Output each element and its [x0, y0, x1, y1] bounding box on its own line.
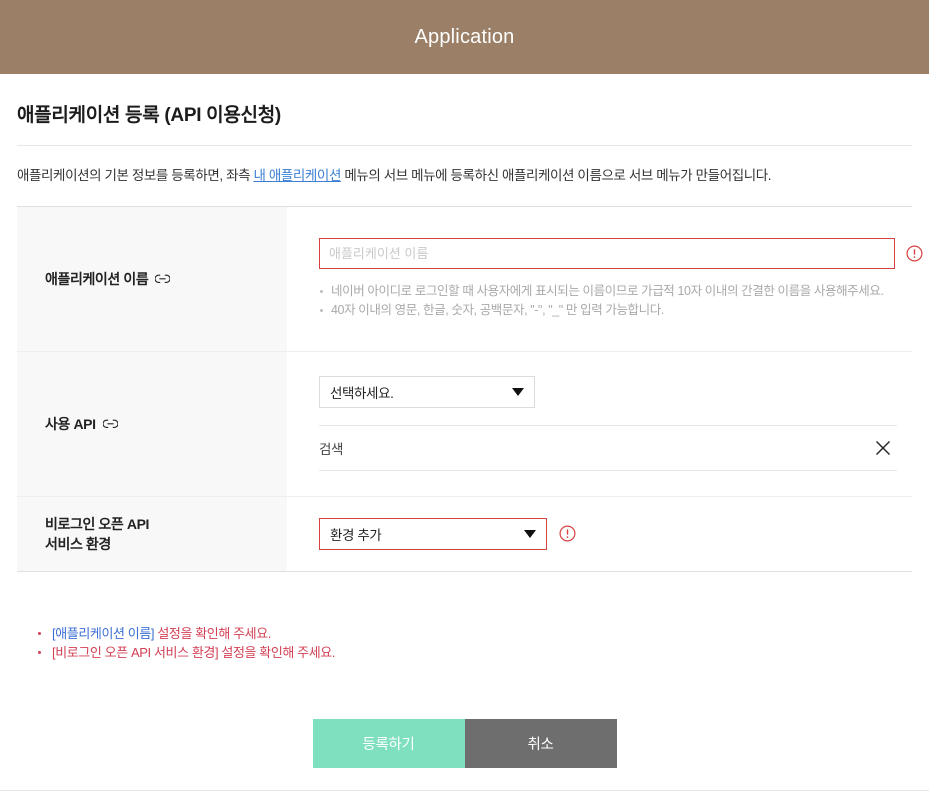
hint-item: 40자 이내의 영문, 한글, 숫자, 공백문자, "-", "_" 만 입력 …: [319, 301, 889, 320]
form-field-api: 선택하세요. 검색: [287, 352, 912, 496]
app-banner-title: Application: [414, 25, 515, 48]
validation-error-item: [비로그인 오픈 API 서비스 환경] 설정을 확인해 주세요.: [34, 643, 912, 662]
close-x-icon[interactable]: [873, 438, 893, 458]
validation-error-text: 설정을 확인해 주세요.: [218, 644, 336, 660]
footer-divider: [0, 790, 929, 791]
service-env-line: 환경 추가: [319, 517, 912, 550]
validation-error-field: [애플리케이션 이름]: [52, 625, 155, 641]
form-row-service-env: 비로그인 오픈 API 서비스 환경 환경 추가: [17, 496, 912, 571]
api-select-wrap: 선택하세요.: [319, 376, 535, 409]
form-label-service-env-line2: 서비스 환경: [45, 535, 111, 552]
page-description-after: 메뉴의 서브 메뉴에 등록하신 애플리케이션 이름으로 서브 메뉴가 만들어집니…: [340, 168, 772, 183]
page-title: 애플리케이션 등록 (API 이용신청): [17, 100, 912, 146]
app-name-hint-list: 네이버 아이디로 로그인할 때 사용자에게 표시되는 이름이므로 가급적 10자…: [319, 282, 889, 321]
form-label-api-text: 사용 API: [45, 415, 96, 432]
my-application-link[interactable]: 내 애플리케이션: [253, 168, 341, 183]
page-description-before: 애플리케이션의 기본 정보를 등록하면, 좌측: [17, 168, 254, 183]
form-field-service-env: 환경 추가: [287, 497, 912, 571]
service-env-select[interactable]: 환경 추가: [319, 517, 547, 550]
hint-item: 네이버 아이디로 로그인할 때 사용자에게 표시되는 이름이므로 가급적 10자…: [319, 282, 889, 301]
link-icon: [102, 419, 118, 429]
page-content: 애플리케이션 등록 (API 이용신청) 애플리케이션의 기본 정보를 등록하면…: [0, 100, 929, 768]
link-icon: [155, 274, 171, 284]
form-actions: 등록하기 취소: [17, 718, 912, 768]
validation-error-text: 설정을 확인해 주세요.: [154, 625, 272, 641]
warning-circle-icon: [906, 245, 923, 262]
form-label-service-env-text: 비로그인 오픈 API 서비스 환경: [45, 514, 149, 555]
form-label-service-env: 비로그인 오픈 API 서비스 환경: [17, 496, 287, 571]
api-search-row[interactable]: 검색: [319, 425, 897, 472]
form-label-app-name: 애플리케이션 이름: [17, 206, 287, 351]
application-form-table: 애플리케이션 이름 애플리케이션 이름 네이버 아이디로 로그인할 때 사용자에…: [17, 205, 923, 572]
form-row-api: 사용 API 선택하세요. 검색: [17, 351, 912, 497]
app-name-input-line: [319, 237, 923, 269]
validation-error-list: [애플리케이션 이름] 설정을 확인해 주세요. [비로그인 오픈 API 서비…: [17, 624, 912, 662]
form-row-app-name: 애플리케이션 이름 애플리케이션 이름 네이버 아이디로 로그인할 때 사용자에…: [17, 206, 923, 352]
api-select-value: 선택하세요.: [330, 386, 394, 402]
form-label-app-name-text: 애플리케이션 이름: [45, 270, 149, 287]
chevron-down-icon: [512, 388, 524, 397]
api-select[interactable]: 선택하세요.: [319, 376, 535, 409]
app-name-input[interactable]: [319, 237, 895, 269]
chevron-down-icon: [524, 529, 536, 538]
validation-error-item: [애플리케이션 이름] 설정을 확인해 주세요.: [34, 624, 912, 643]
app-banner: Application: [0, 0, 929, 74]
api-search-label: 검색: [319, 442, 344, 458]
form-label-service-env-line1: 비로그인 오픈 API: [45, 515, 149, 532]
cancel-button[interactable]: 취소: [464, 718, 617, 768]
warning-circle-icon: [559, 525, 576, 542]
service-env-select-value: 환경 추가: [330, 527, 382, 543]
register-button[interactable]: 등록하기: [312, 718, 465, 768]
validation-error-field: [비로그인 오픈 API 서비스 환경]: [52, 644, 219, 660]
page-description: 애플리케이션의 기본 정보를 등록하면, 좌측 내 애플리케이션 메뉴의 서브 …: [17, 167, 912, 186]
form-field-app-name: 네이버 아이디로 로그인할 때 사용자에게 표시되는 이름이므로 가급적 10자…: [287, 207, 923, 351]
form-label-api: 사용 API: [17, 351, 287, 496]
